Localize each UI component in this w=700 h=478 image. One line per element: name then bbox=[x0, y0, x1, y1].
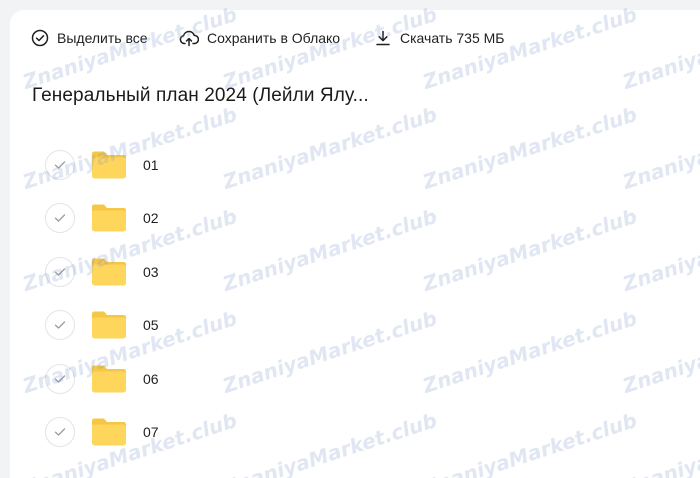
select-all-button[interactable]: Выделить все bbox=[31, 29, 148, 47]
check-icon bbox=[54, 321, 66, 329]
select-checkbox[interactable] bbox=[45, 364, 75, 394]
list-item[interactable]: 01 bbox=[10, 140, 700, 190]
download-icon bbox=[374, 29, 392, 47]
list-item[interactable]: 07 bbox=[10, 407, 700, 457]
item-name: 02 bbox=[143, 210, 159, 226]
download-label: Скачать 735 МБ bbox=[400, 30, 505, 46]
cloud-upload-icon bbox=[179, 29, 199, 47]
item-name: 01 bbox=[143, 157, 159, 173]
select-checkbox[interactable] bbox=[45, 150, 75, 180]
file-browser-panel: Выделить все Сохранить в Облако Скачать … bbox=[10, 10, 700, 478]
check-icon bbox=[54, 375, 66, 383]
select-checkbox[interactable] bbox=[45, 417, 75, 447]
item-name: 06 bbox=[143, 371, 159, 387]
select-all-label: Выделить все bbox=[57, 30, 148, 46]
item-name: 03 bbox=[143, 264, 159, 280]
list-item[interactable]: 03 bbox=[10, 247, 700, 297]
check-icon bbox=[54, 428, 66, 436]
list-item[interactable]: 02 bbox=[10, 193, 700, 243]
item-name: 07 bbox=[143, 424, 159, 440]
check-icon bbox=[54, 161, 66, 169]
folder-icon bbox=[90, 203, 128, 233]
select-checkbox[interactable] bbox=[45, 257, 75, 287]
list-item[interactable]: 06 bbox=[10, 354, 700, 404]
select-checkbox[interactable] bbox=[45, 310, 75, 340]
select-checkbox[interactable] bbox=[45, 203, 75, 233]
check-circle-icon bbox=[31, 29, 49, 47]
check-icon bbox=[54, 268, 66, 276]
save-to-cloud-button[interactable]: Сохранить в Облако bbox=[179, 29, 340, 47]
check-icon bbox=[54, 214, 66, 222]
download-button[interactable]: Скачать 735 МБ bbox=[374, 29, 505, 47]
folder-icon bbox=[90, 310, 128, 340]
folder-icon bbox=[90, 257, 128, 287]
folder-icon bbox=[90, 417, 128, 447]
folder-icon bbox=[90, 150, 128, 180]
item-name: 05 bbox=[143, 317, 159, 333]
folder-title: Генеральный план 2024 (Лейли Ялу... bbox=[32, 85, 369, 106]
list-item[interactable]: 05 bbox=[10, 300, 700, 350]
folder-icon bbox=[90, 364, 128, 394]
save-to-cloud-label: Сохранить в Облако bbox=[207, 30, 341, 46]
